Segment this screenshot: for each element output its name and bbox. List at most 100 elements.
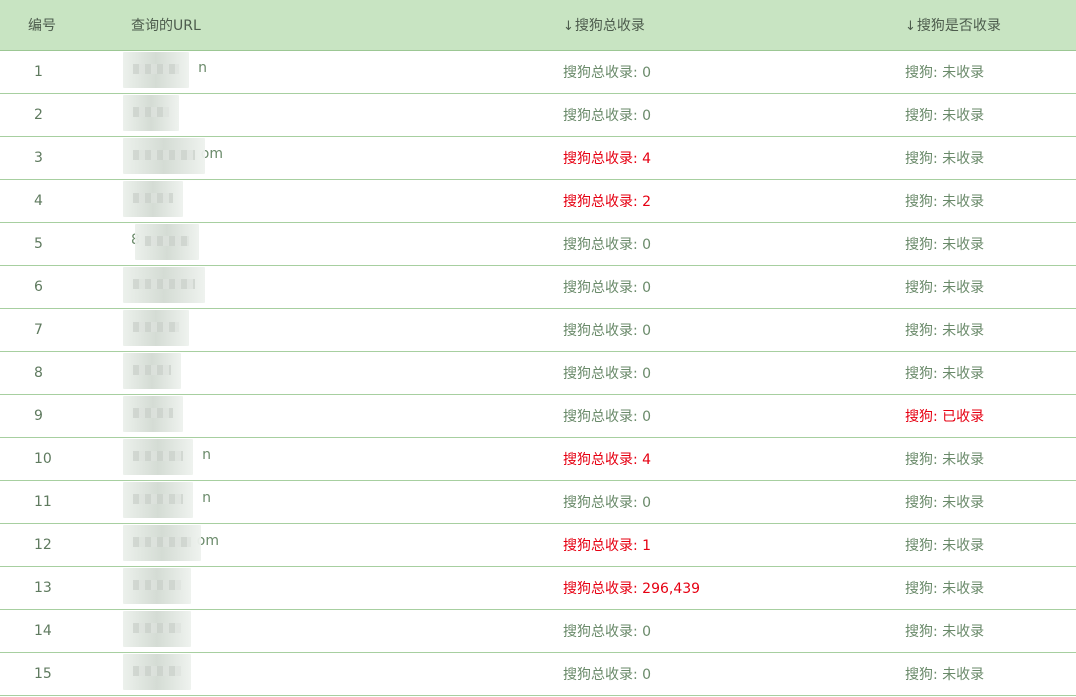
- url-link[interactable]: [123, 180, 187, 217]
- url-link[interactable]: [123, 309, 193, 346]
- header-url[interactable]: 查询的URL: [102, 0, 534, 51]
- table-row: 10 n 搜狗总收录: 4 搜狗: 未收录: [0, 437, 1076, 481]
- table-row: 8 搜狗总收录: 0 搜狗: 未收录: [0, 351, 1076, 395]
- row-total-indexed: 搜狗总收录: 0: [534, 50, 876, 94]
- redaction-mask: [123, 653, 191, 690]
- row-url[interactable]: [102, 566, 534, 610]
- redaction-mask: [123, 94, 179, 131]
- row-total-indexed: 搜狗总收录: 4: [534, 437, 876, 481]
- row-id: 5: [0, 222, 102, 266]
- redaction-mask: [123, 524, 201, 561]
- table-row: 3 om 搜狗总收录: 4 搜狗: 未收录: [0, 136, 1076, 180]
- results-table: 编号 查询的URL ↓搜狗总收录 ↓搜狗是否收录 1 n 搜狗总收录: 0 搜狗: 未…: [0, 0, 1076, 696]
- row-index-status: 搜狗: 未收录: [876, 222, 1076, 266]
- url-link[interactable]: om: [123, 524, 219, 561]
- row-total-indexed: 搜狗总收录: 0: [534, 652, 876, 696]
- redaction-mask: [135, 223, 199, 260]
- row-index-status: 搜狗: 未收录: [876, 566, 1076, 610]
- row-id: 9: [0, 394, 102, 438]
- redaction-mask: [123, 309, 189, 346]
- row-url[interactable]: n: [102, 437, 534, 481]
- url-link[interactable]: 8: [131, 223, 199, 260]
- row-index-status: 搜狗: 未收录: [876, 308, 1076, 352]
- row-id: 3: [0, 136, 102, 180]
- redaction-mask: [123, 610, 191, 647]
- row-url[interactable]: [102, 308, 534, 352]
- row-total-indexed: 搜狗总收录: 296,439: [534, 566, 876, 610]
- redaction-mask: [123, 137, 205, 174]
- row-url[interactable]: n: [102, 50, 534, 94]
- url-link[interactable]: [123, 567, 195, 604]
- table-row: 7 搜狗总收录: 0 搜狗: 未收录: [0, 308, 1076, 352]
- table-row: 1 n 搜狗总收录: 0 搜狗: 未收录: [0, 50, 1076, 94]
- row-index-status: 搜狗: 未收录: [876, 480, 1076, 524]
- table-row: 12 om 搜狗总收录: 1 搜狗: 未收录: [0, 523, 1076, 567]
- row-id: 6: [0, 265, 102, 309]
- row-url[interactable]: n: [102, 480, 534, 524]
- table-header: 编号 查询的URL ↓搜狗总收录 ↓搜狗是否收录: [0, 0, 1076, 51]
- row-index-status: 搜狗: 未收录: [876, 50, 1076, 94]
- url-link[interactable]: [123, 352, 185, 389]
- row-id: 13: [0, 566, 102, 610]
- row-url[interactable]: [102, 179, 534, 223]
- url-link[interactable]: [123, 266, 209, 303]
- row-index-status: 搜狗: 未收录: [876, 609, 1076, 653]
- header-total-label: 搜狗总收录: [574, 17, 645, 34]
- table-row: 15 搜狗总收录: 0 搜狗: 未收录: [0, 652, 1076, 696]
- row-total-indexed: 搜狗总收录: 4: [534, 136, 876, 180]
- table-row: 4 搜狗总收录: 2 搜狗: 未收录: [0, 179, 1076, 223]
- header-status[interactable]: ↓搜狗是否收录: [876, 0, 1076, 51]
- row-url[interactable]: [102, 265, 534, 309]
- url-link[interactable]: n: [123, 51, 207, 88]
- url-link[interactable]: [123, 653, 195, 690]
- row-index-status: 搜狗: 未收录: [876, 265, 1076, 309]
- row-total-indexed: 搜狗总收录: 0: [534, 394, 876, 438]
- row-id: 4: [0, 179, 102, 223]
- row-id: 15: [0, 652, 102, 696]
- redaction-mask: [123, 395, 183, 432]
- url-link[interactable]: [123, 610, 195, 647]
- row-url[interactable]: om: [102, 523, 534, 567]
- row-url[interactable]: [102, 652, 534, 696]
- url-link[interactable]: [123, 94, 183, 131]
- row-index-status: 搜狗: 已收录: [876, 394, 1076, 438]
- url-link[interactable]: om: [123, 137, 223, 174]
- row-total-indexed: 搜狗总收录: 2: [534, 179, 876, 223]
- row-total-indexed: 搜狗总收录: 0: [534, 93, 876, 137]
- row-id: 7: [0, 308, 102, 352]
- row-id: 10: [0, 437, 102, 481]
- redaction-mask: [123, 51, 189, 88]
- table-row: 9 搜狗总收录: 0 搜狗: 已收录: [0, 394, 1076, 438]
- redaction-mask: [123, 567, 191, 604]
- table-row: 2 搜狗总收录: 0 搜狗: 未收录: [0, 93, 1076, 137]
- row-url[interactable]: [102, 609, 534, 653]
- url-link[interactable]: n: [123, 438, 211, 475]
- header-total[interactable]: ↓搜狗总收录: [534, 0, 876, 51]
- redaction-mask: [123, 352, 181, 389]
- url-visible-fragment: n: [202, 489, 211, 506]
- url-link[interactable]: [123, 395, 187, 432]
- row-id: 2: [0, 93, 102, 137]
- url-visible-fragment: n: [202, 446, 211, 463]
- row-id: 11: [0, 480, 102, 524]
- row-total-indexed: 搜狗总收录: 0: [534, 609, 876, 653]
- row-url[interactable]: [102, 394, 534, 438]
- row-url[interactable]: om: [102, 136, 534, 180]
- row-index-status: 搜狗: 未收录: [876, 136, 1076, 180]
- row-url[interactable]: [102, 351, 534, 395]
- table-body: 1 n 搜狗总收录: 0 搜狗: 未收录 2 搜狗总收录: 0 搜狗: 未收录 3 om 搜狗总收…: [0, 50, 1076, 696]
- row-url[interactable]: 8: [102, 222, 534, 266]
- row-index-status: 搜狗: 未收录: [876, 351, 1076, 395]
- row-id: 14: [0, 609, 102, 653]
- row-id: 12: [0, 523, 102, 567]
- url-visible-fragment: n: [198, 59, 207, 76]
- sort-arrow-icon: ↓: [563, 18, 574, 34]
- row-url[interactable]: [102, 93, 534, 137]
- row-index-status: 搜狗: 未收录: [876, 437, 1076, 481]
- row-id: 1: [0, 50, 102, 94]
- url-link[interactable]: n: [123, 481, 211, 518]
- table-row: 6 搜狗总收录: 0 搜狗: 未收录: [0, 265, 1076, 309]
- header-id[interactable]: 编号: [0, 0, 102, 51]
- row-total-indexed: 搜狗总收录: 0: [534, 308, 876, 352]
- row-index-status: 搜狗: 未收录: [876, 93, 1076, 137]
